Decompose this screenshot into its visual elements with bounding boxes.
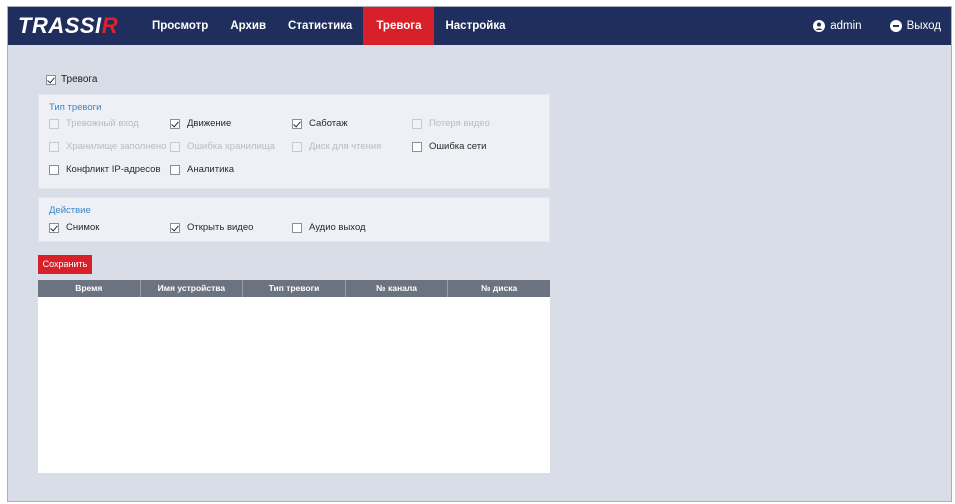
option-network-error[interactable]: Ошибка сети bbox=[412, 141, 486, 152]
option-motion[interactable]: Движение bbox=[170, 118, 231, 129]
checkbox-icon[interactable] bbox=[292, 118, 302, 129]
option-sabotage[interactable]: Саботаж bbox=[292, 118, 348, 129]
column-header-time[interactable]: Время bbox=[38, 280, 141, 297]
main-nav: Просмотр Архив Статистика Тревога Настро… bbox=[141, 7, 516, 45]
checkbox-icon[interactable] bbox=[49, 164, 59, 175]
option-label: Тревожный вход bbox=[66, 118, 139, 129]
logout-button[interactable]: Выход bbox=[889, 20, 941, 32]
option-alarm-input: Тревожный вход bbox=[49, 118, 139, 129]
checkbox-icon[interactable] bbox=[170, 118, 180, 129]
checkbox-icon bbox=[49, 141, 59, 152]
option-storage-error: Ошибка хранилища bbox=[170, 141, 275, 152]
checkbox-icon bbox=[292, 141, 302, 152]
app-window: TRASSIR Просмотр Архив Статистика Тревог… bbox=[7, 6, 952, 502]
option-storage-full: Хранилище заполнено bbox=[49, 141, 166, 152]
top-nav-bar: TRASSIR Просмотр Архив Статистика Тревог… bbox=[8, 7, 951, 45]
logo-accent: R bbox=[101, 13, 119, 38]
checkbox-icon bbox=[49, 118, 59, 129]
option-label: Снимок bbox=[66, 222, 100, 233]
action-open-video[interactable]: Открыть видео bbox=[170, 222, 253, 233]
alarm-enable-label: Тревога bbox=[61, 74, 98, 85]
checkbox-icon bbox=[412, 118, 422, 129]
user-menu[interactable]: admin bbox=[813, 20, 862, 32]
checkbox-icon[interactable] bbox=[292, 222, 302, 233]
alarm-type-title: Тип тревоги bbox=[49, 102, 102, 113]
user-area: admin Выход bbox=[785, 7, 941, 45]
option-label: Движение bbox=[187, 118, 232, 129]
nav-item-archive[interactable]: Архив bbox=[219, 7, 277, 45]
checkbox-icon[interactable] bbox=[46, 74, 56, 85]
option-video-loss: Потеря видео bbox=[412, 118, 490, 129]
option-label: Диск для чтения bbox=[309, 141, 382, 152]
nav-item-alarm[interactable]: Тревога bbox=[363, 7, 435, 45]
column-header-alarm-type[interactable]: Тип тревоги bbox=[243, 280, 346, 297]
option-label: Потеря видео bbox=[429, 118, 490, 129]
user-icon bbox=[813, 20, 826, 32]
logout-icon bbox=[889, 20, 902, 32]
checkbox-icon[interactable] bbox=[412, 141, 422, 152]
option-label: Ошибка сети bbox=[429, 141, 487, 152]
table-header: Время Имя устройства Тип тревоги № канал… bbox=[38, 280, 550, 297]
action-panel: Действие Снимок Открыть видео Аудио выхо… bbox=[38, 197, 550, 242]
option-ip-conflict[interactable]: Конфликт IP-адресов bbox=[49, 164, 161, 175]
option-label: Ошибка хранилища bbox=[187, 141, 275, 152]
logo-text: TRASSI bbox=[18, 13, 102, 38]
nav-item-view[interactable]: Просмотр bbox=[141, 7, 219, 45]
option-label: Аудио выход bbox=[309, 222, 366, 233]
column-header-channel[interactable]: № канала bbox=[346, 280, 449, 297]
trassir-logo: TRASSIR bbox=[18, 14, 118, 38]
option-label: Открыть видео bbox=[187, 222, 254, 233]
action-title: Действие bbox=[49, 205, 91, 216]
logout-label: Выход bbox=[906, 20, 941, 32]
action-audio-out[interactable]: Аудио выход bbox=[292, 222, 366, 233]
action-snapshot[interactable]: Снимок bbox=[49, 222, 99, 233]
option-label: Конфликт IP-адресов bbox=[66, 164, 161, 175]
alarm-enable-checkbox[interactable]: Тревога bbox=[46, 74, 97, 85]
option-label: Хранилище заполнено bbox=[66, 141, 167, 152]
checkbox-icon bbox=[170, 141, 180, 152]
option-label: Саботаж bbox=[309, 118, 348, 129]
column-header-device-name[interactable]: Имя устройства bbox=[141, 280, 244, 297]
alarm-type-panel: Тип тревоги Тревожный вход Движение Сабо… bbox=[38, 94, 550, 189]
user-name: admin bbox=[830, 20, 862, 32]
option-analytics[interactable]: Аналитика bbox=[170, 164, 234, 175]
alarm-log-table: Время Имя устройства Тип тревоги № канал… bbox=[38, 280, 550, 473]
checkbox-icon[interactable] bbox=[170, 222, 180, 233]
checkbox-icon[interactable] bbox=[170, 164, 180, 175]
nav-item-settings[interactable]: Настройка bbox=[434, 7, 516, 45]
nav-item-statistics[interactable]: Статистика bbox=[277, 7, 363, 45]
option-label: Аналитика bbox=[187, 164, 235, 175]
checkbox-icon[interactable] bbox=[49, 222, 59, 233]
save-button[interactable]: Сохранить bbox=[38, 255, 92, 274]
option-readonly-disk: Диск для чтения bbox=[292, 141, 381, 152]
column-header-disk[interactable]: № диска bbox=[448, 280, 550, 297]
